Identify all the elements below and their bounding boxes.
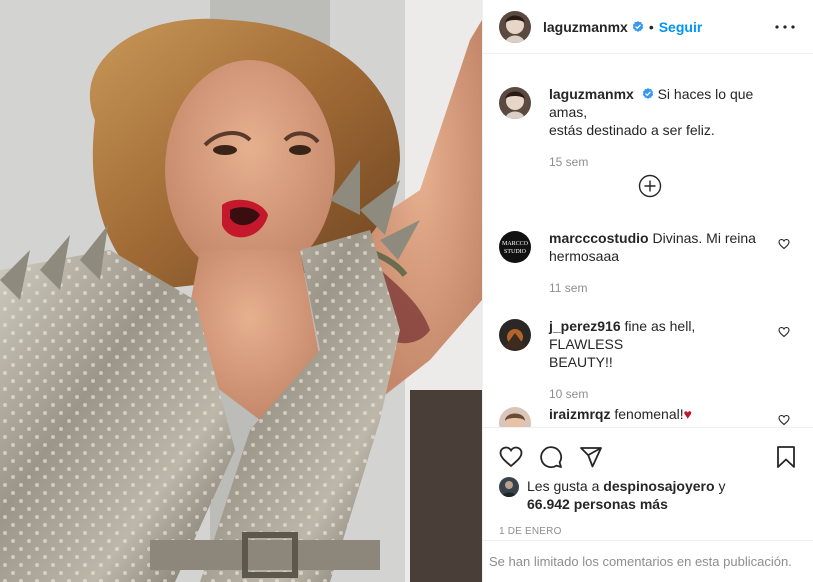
comment-text: iraizmrqz fenomenal!♥ [549,405,769,427]
post-header: laguzmanmx • Seguir [483,0,813,54]
post-image[interactable] [0,0,482,582]
comment-author[interactable]: j_perez916 [549,318,621,334]
author-username[interactable]: laguzmanmx [543,19,628,35]
likes-joiner: y [718,478,726,494]
likes-prefix: Les gusta a [527,478,600,494]
author-avatar[interactable] [499,10,531,43]
comment-avatar-image [499,407,531,427]
likes-count[interactable]: 66.942 personas más [527,496,668,512]
circle-plus-icon[interactable] [638,174,662,198]
caption-text: laguzmanmx Si haces lo que amas, estás d… [549,85,769,169]
verified-badge-icon [642,88,653,99]
comment-avatar[interactable]: MARCCO STUDIO [499,231,531,263]
comment-like-heart-icon[interactable] [778,414,790,426]
comment-line-1: Divinas. Mi reina [652,230,756,246]
comment-item: MARCCO STUDIO marcccostudio Divinas. Mi … [483,229,813,295]
comment-like-heart-icon[interactable] [778,326,790,338]
more-options-button[interactable] [773,15,797,39]
likes-summary: Les gusta a despinosajoyero y 66.942 per… [499,477,798,513]
comment-time[interactable]: 11 sem [549,281,769,295]
comment-line-2: hermosaaa [549,248,620,264]
caption-author[interactable]: laguzmanmx [549,86,634,102]
header-separator: • [648,18,654,35]
comment-icon[interactable] [539,445,563,469]
verified-badge-icon [632,20,644,32]
caption-avatar-image [499,87,531,119]
follow-button[interactable]: Seguir [659,19,703,35]
comment-item: iraizmrqz fenomenal!♥ [483,405,813,427]
comment-author[interactable]: marcccostudio [549,230,649,246]
caption-avatar[interactable] [499,87,531,119]
comments-list[interactable]: laguzmanmx Si haces lo que amas, estás d… [483,55,813,427]
avatar-logo-text-2: STUDIO [504,249,527,255]
comment-text: marcccostudio Divinas. Mi reina hermosaa… [549,229,769,295]
comment-text: j_perez916 fine as hell, FLAWLESS BEAUTY… [549,317,769,401]
comment-avatar-image [499,319,531,351]
post-photo-illustration [0,0,482,582]
comments-limited-notice: Se han limitado los comentarios en esta … [483,540,813,582]
post-date[interactable]: 1 DE ENERO [499,526,798,537]
send-icon[interactable] [579,445,603,469]
liker-avatar[interactable] [499,477,519,497]
comment-author[interactable]: iraizmrqz [549,406,610,422]
post-side-panel: laguzmanmx • Seguir laguzmanmx Si haces … [482,0,813,582]
comment-avatar-image: MARCCO STUDIO [499,231,531,263]
comment-avatar[interactable] [499,407,531,427]
more-horizontal-icon [775,24,795,29]
heart-icon[interactable] [499,445,523,469]
avatar-logo-text: MARCCO [502,241,529,247]
comment-time[interactable]: 10 sem [549,387,769,401]
likes-text: Les gusta a despinosajoyero y 66.942 per… [527,477,725,513]
post-actions: Les gusta a despinosajoyero y 66.942 per… [483,427,813,537]
action-icons [499,428,798,482]
liker-avatar-image [499,477,519,497]
bookmark-icon[interactable] [774,445,798,469]
comment-like-heart-icon[interactable] [778,238,790,250]
comment-line-2: BEAUTY!! [549,354,613,370]
comment-line-1: fenomenal!♥ [614,406,692,422]
caption-time[interactable]: 15 sem [549,155,769,169]
caption-line-2: estás destinado a ser feliz. [549,122,715,138]
heart-emoji: ♥ [683,406,692,422]
author-avatar-image [499,10,531,43]
comment-avatar[interactable] [499,319,531,351]
comment-item: j_perez916 fine as hell, FLAWLESS BEAUTY… [483,317,813,401]
caption: laguzmanmx Si haces lo que amas, estás d… [483,85,813,169]
liker-username[interactable]: despinosajoyero [603,478,714,494]
